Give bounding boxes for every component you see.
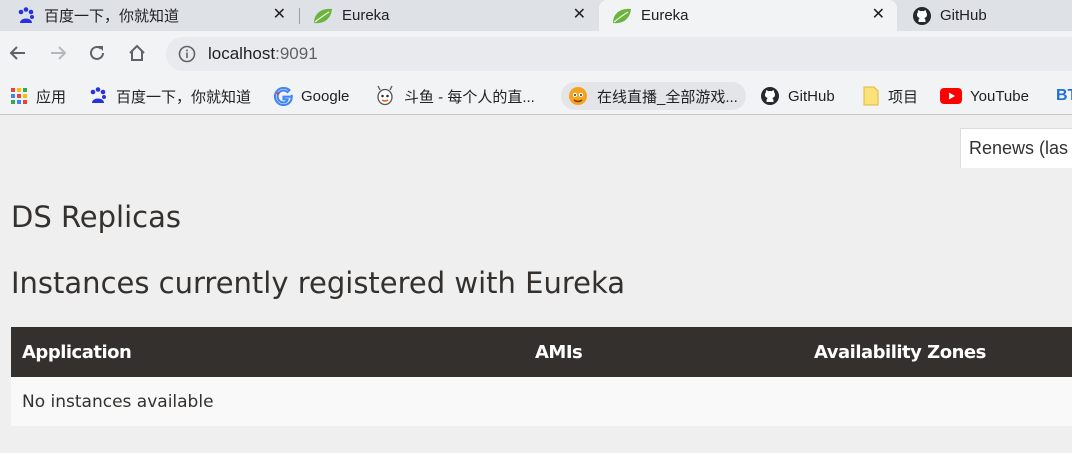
bookmark-label: 斗鱼 - 每个人的直... xyxy=(404,88,535,106)
address-url[interactable]: localhost:9091 xyxy=(208,44,318,64)
spring-leaf-icon xyxy=(611,7,633,25)
apps-grid-icon xyxy=(11,88,27,104)
live-stream-icon xyxy=(569,87,587,105)
github-icon xyxy=(761,87,779,105)
ds-replicas-heading: DS Replicas xyxy=(11,200,181,234)
github-icon xyxy=(912,6,932,26)
empty-table-message: No instances available xyxy=(11,377,1072,426)
bookmark-apps[interactable]: 应用 xyxy=(10,82,66,110)
bookmark-github[interactable]: GitHub xyxy=(760,82,835,110)
info-icon[interactable] xyxy=(178,45,196,68)
address-bar[interactable]: localhost:9091 xyxy=(166,37,1072,71)
bt-text-icon: BT xyxy=(1056,87,1072,104)
bookmark-live-stream[interactable]: 在线直播_全部游戏... xyxy=(561,82,746,110)
home-icon xyxy=(129,44,145,61)
tab-eureka-active[interactable]: Eureka ✕ xyxy=(599,0,897,31)
tab-title: 百度一下，你就知道 xyxy=(44,8,180,25)
back-button[interactable] xyxy=(4,39,32,67)
bookmark-label: Google xyxy=(301,87,350,105)
bookmark-baidu[interactable]: 百度一下，你就知道 xyxy=(88,82,251,110)
browser-tab-strip: 百度一下，你就知道 ✕ Eureka ✕ Eureka ✕ GitHub xyxy=(0,0,1072,31)
bookmark-label: 百度一下，你就知道 xyxy=(116,88,252,106)
bookmark-youtube[interactable]: YouTube xyxy=(940,82,1029,110)
renews-stat-cell: Renews (las xyxy=(960,128,1072,168)
baidu-paw-icon xyxy=(16,6,36,26)
eureka-dashboard: Renews (las DS Replicas Instances curren… xyxy=(0,116,1072,453)
bookmark-label: 项目 xyxy=(888,88,919,106)
forward-button[interactable] xyxy=(44,39,72,67)
close-icon[interactable]: ✕ xyxy=(573,4,586,26)
baidu-paw-icon xyxy=(90,87,106,103)
tab-github[interactable]: GitHub xyxy=(898,0,1072,31)
close-icon[interactable]: ✕ xyxy=(273,4,286,26)
home-button[interactable] xyxy=(123,39,151,67)
bookmark-label: 在线直播_全部游戏... xyxy=(597,88,738,106)
reload-icon xyxy=(90,45,104,60)
column-header-availability-zones: Availability Zones xyxy=(803,327,1072,377)
google-icon xyxy=(274,86,293,106)
tab-eureka-1[interactable]: Eureka ✕ xyxy=(300,0,598,31)
column-header-application: Application xyxy=(11,327,524,377)
bookmark-label: GitHub xyxy=(788,87,835,105)
column-header-amis: AMIs xyxy=(524,327,803,377)
instances-table: Application AMIs Availability Zones No i… xyxy=(11,327,1072,426)
youtube-icon xyxy=(940,88,962,104)
spring-leaf-icon xyxy=(312,7,334,25)
tab-title: Eureka xyxy=(641,7,689,24)
tab-baidu[interactable]: 百度一下，你就知道 ✕ xyxy=(0,0,298,31)
close-icon[interactable]: ✕ xyxy=(872,4,885,26)
bookmarks-bar: 应用 百度一下，你就知道 Google 斗鱼 - 每个人的直... 在线直播_全… xyxy=(0,77,1072,115)
folder-icon xyxy=(863,86,879,106)
arrow-left-icon xyxy=(9,46,25,60)
bookmark-project-folder[interactable]: 项目 xyxy=(862,82,918,110)
table-header-row: Application AMIs Availability Zones xyxy=(11,327,1072,377)
bookmark-label: 应用 xyxy=(36,88,67,106)
browser-toolbar: localhost:9091 xyxy=(0,31,1072,77)
bookmark-google[interactable]: Google xyxy=(274,82,349,110)
tab-title: GitHub xyxy=(940,7,987,24)
table-row: No instances available xyxy=(11,377,1072,426)
tab-title: Eureka xyxy=(342,7,390,24)
arrow-right-icon xyxy=(51,46,67,60)
bookmark-douyu[interactable]: 斗鱼 - 每个人的直... xyxy=(374,82,535,110)
instances-heading: Instances currently registered with Eure… xyxy=(11,266,626,300)
douyu-icon xyxy=(377,85,393,106)
url-port: :9091 xyxy=(275,44,318,63)
url-host: localhost xyxy=(208,44,276,63)
bookmark-label: YouTube xyxy=(970,87,1029,105)
reload-button[interactable] xyxy=(83,39,111,67)
bookmark-bt[interactable]: BT xyxy=(1056,82,1072,110)
